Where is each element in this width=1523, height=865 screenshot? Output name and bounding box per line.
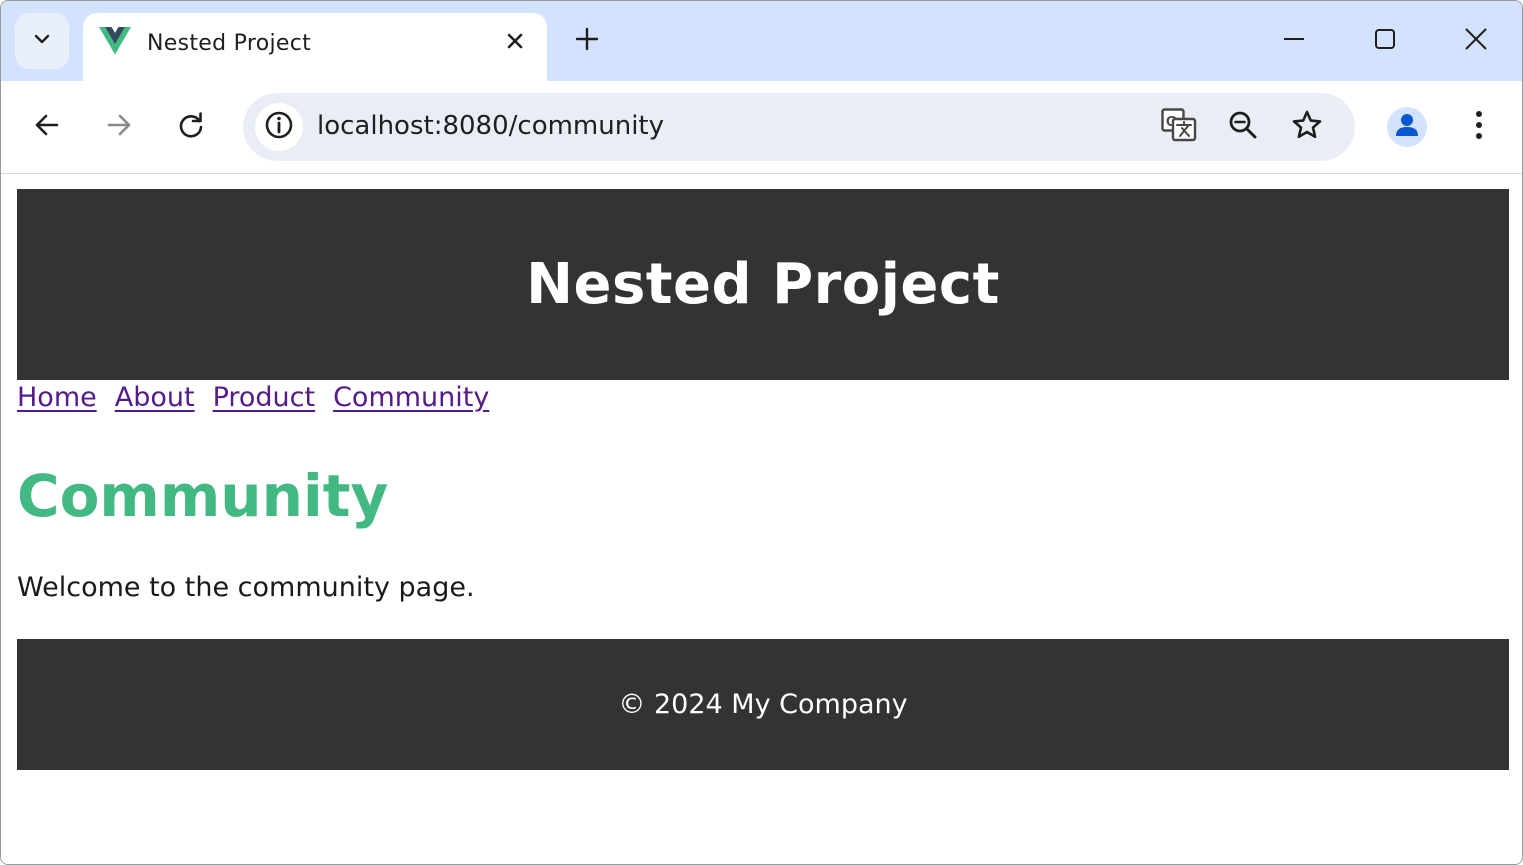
translate-button[interactable]: G: [1161, 108, 1197, 146]
site-nav: Home About Product Community: [17, 382, 489, 422]
nav-link-product[interactable]: Product: [213, 382, 316, 422]
browser-menu-button[interactable]: [1461, 107, 1497, 147]
info-icon: [264, 110, 294, 144]
page-description: Welcome to the community page.: [17, 572, 475, 603]
kebab-menu-icon: [1475, 110, 1483, 144]
page-viewport: Nested Project Home About Product Commun…: [1, 174, 1522, 864]
back-button[interactable]: [27, 107, 67, 147]
bookmark-button[interactable]: [1289, 109, 1325, 145]
minimize-button[interactable]: [1276, 23, 1312, 59]
tab-active[interactable]: Nested Project: [83, 13, 547, 81]
star-icon: [1291, 109, 1323, 145]
chevron-down-icon: [32, 29, 52, 53]
vue-logo-icon: [99, 27, 131, 55]
arrow-left-icon: [33, 111, 61, 143]
maximize-button[interactable]: [1367, 23, 1403, 59]
zoom-out-icon: [1228, 110, 1258, 144]
close-window-button[interactable]: [1458, 23, 1494, 59]
new-tab-button[interactable]: [571, 25, 603, 57]
reload-icon: [177, 111, 205, 143]
tab-strip: Nested Project: [1, 1, 1522, 81]
person-icon: [1393, 111, 1421, 143]
close-icon: [1465, 28, 1487, 54]
forward-button[interactable]: [99, 107, 139, 147]
site-info-button[interactable]: [255, 103, 303, 151]
maximize-icon: [1374, 28, 1396, 54]
plus-icon: [575, 27, 599, 55]
close-icon[interactable]: [501, 27, 529, 55]
arrow-right-icon: [105, 111, 133, 143]
page-heading: Community: [17, 462, 389, 530]
tab-search-button[interactable]: [15, 13, 69, 69]
url-text[interactable]: localhost:8080/community: [317, 111, 664, 141]
zoom-button[interactable]: [1225, 109, 1261, 145]
nav-link-community[interactable]: Community: [333, 382, 489, 422]
translate-icon: G: [1161, 108, 1197, 146]
reload-button[interactable]: [171, 107, 211, 147]
tab-title: Nested Project: [147, 31, 312, 56]
address-bar[interactable]: localhost:8080/community G: [243, 93, 1355, 161]
nav-link-home[interactable]: Home: [17, 382, 97, 422]
browser-toolbar: localhost:8080/community G: [1, 81, 1522, 174]
nav-link-about[interactable]: About: [115, 382, 195, 422]
profile-button[interactable]: [1387, 107, 1427, 147]
site-header: Nested Project: [17, 189, 1509, 380]
footer-copyright: © 2024 My Company: [618, 689, 908, 720]
minimize-icon: [1283, 28, 1305, 54]
site-footer: © 2024 My Company: [17, 639, 1509, 770]
browser-window: Nested Project localhost:8080/community …: [0, 0, 1523, 865]
site-title: Nested Project: [526, 252, 1000, 317]
